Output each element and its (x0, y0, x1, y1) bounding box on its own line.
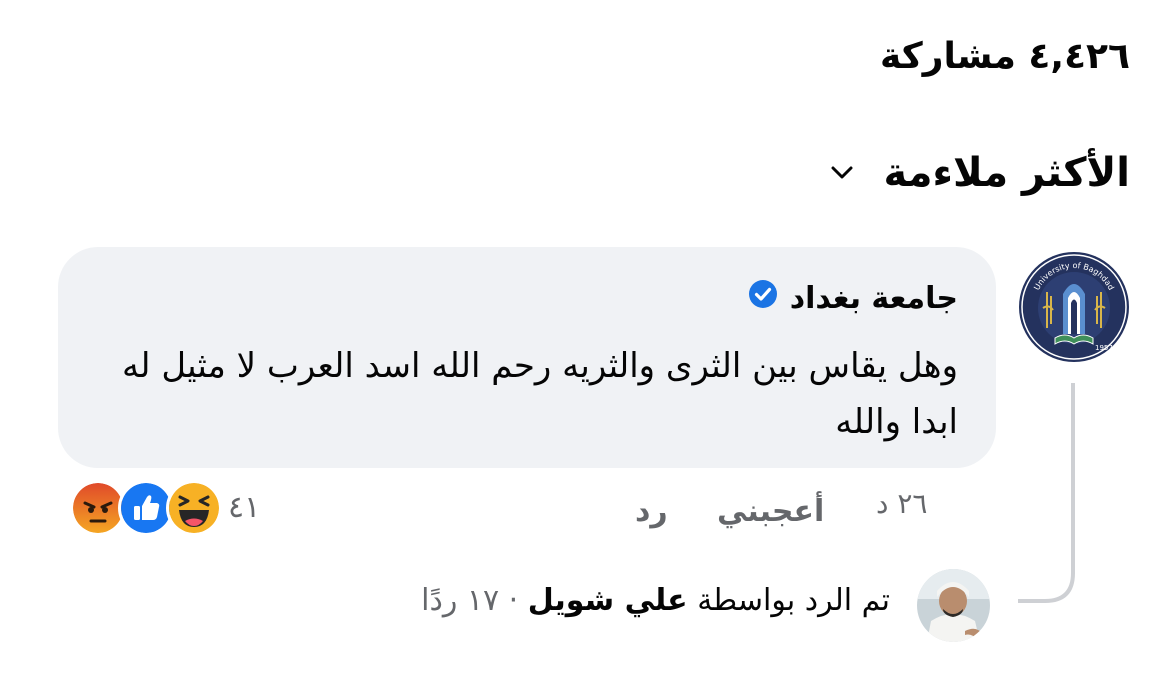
sort-label: الأكثر ملاءمة (883, 150, 1130, 196)
haha-icon (166, 480, 222, 536)
replies-separator: · (508, 583, 519, 618)
author-name: جامعة بغداد (789, 280, 958, 316)
sort-dropdown[interactable]: الأكثر ملاءمة (831, 150, 1130, 196)
comment-text: وهل يقاس بين الثرى والثريه رحم الله اسد … (121, 346, 958, 442)
commenter-avatar[interactable]: University of Baghdad 1957 (1015, 248, 1133, 366)
reply-button[interactable]: رد (635, 494, 668, 529)
verified-badge-icon (748, 279, 778, 317)
replies-count: ١٧ ردًا (421, 583, 500, 618)
comment-author[interactable]: جامعة بغداد (748, 279, 958, 317)
comment-time[interactable]: ٢٦ د (876, 487, 927, 520)
chevron-down-icon (831, 166, 853, 180)
reactions-summary[interactable] (70, 480, 222, 536)
university-logo: University of Baghdad 1957 (1016, 249, 1132, 365)
reaction-count[interactable]: ٤١ (228, 490, 260, 525)
replier-name: علي شويل (527, 583, 688, 618)
shares-count[interactable]: ٤,٤٢٦ مشاركة (880, 36, 1130, 77)
logo-year-text: 1957 (1095, 344, 1113, 352)
thread-connector-line (1018, 383, 1075, 603)
replies-prefix: تم الرد بواسطة (697, 583, 890, 618)
replier-avatar[interactable] (917, 569, 990, 642)
view-replies-link[interactable]: تم الرد بواسطة علي شويل · ١٧ ردًا (421, 583, 890, 618)
like-button[interactable]: أعجبني (717, 494, 824, 529)
